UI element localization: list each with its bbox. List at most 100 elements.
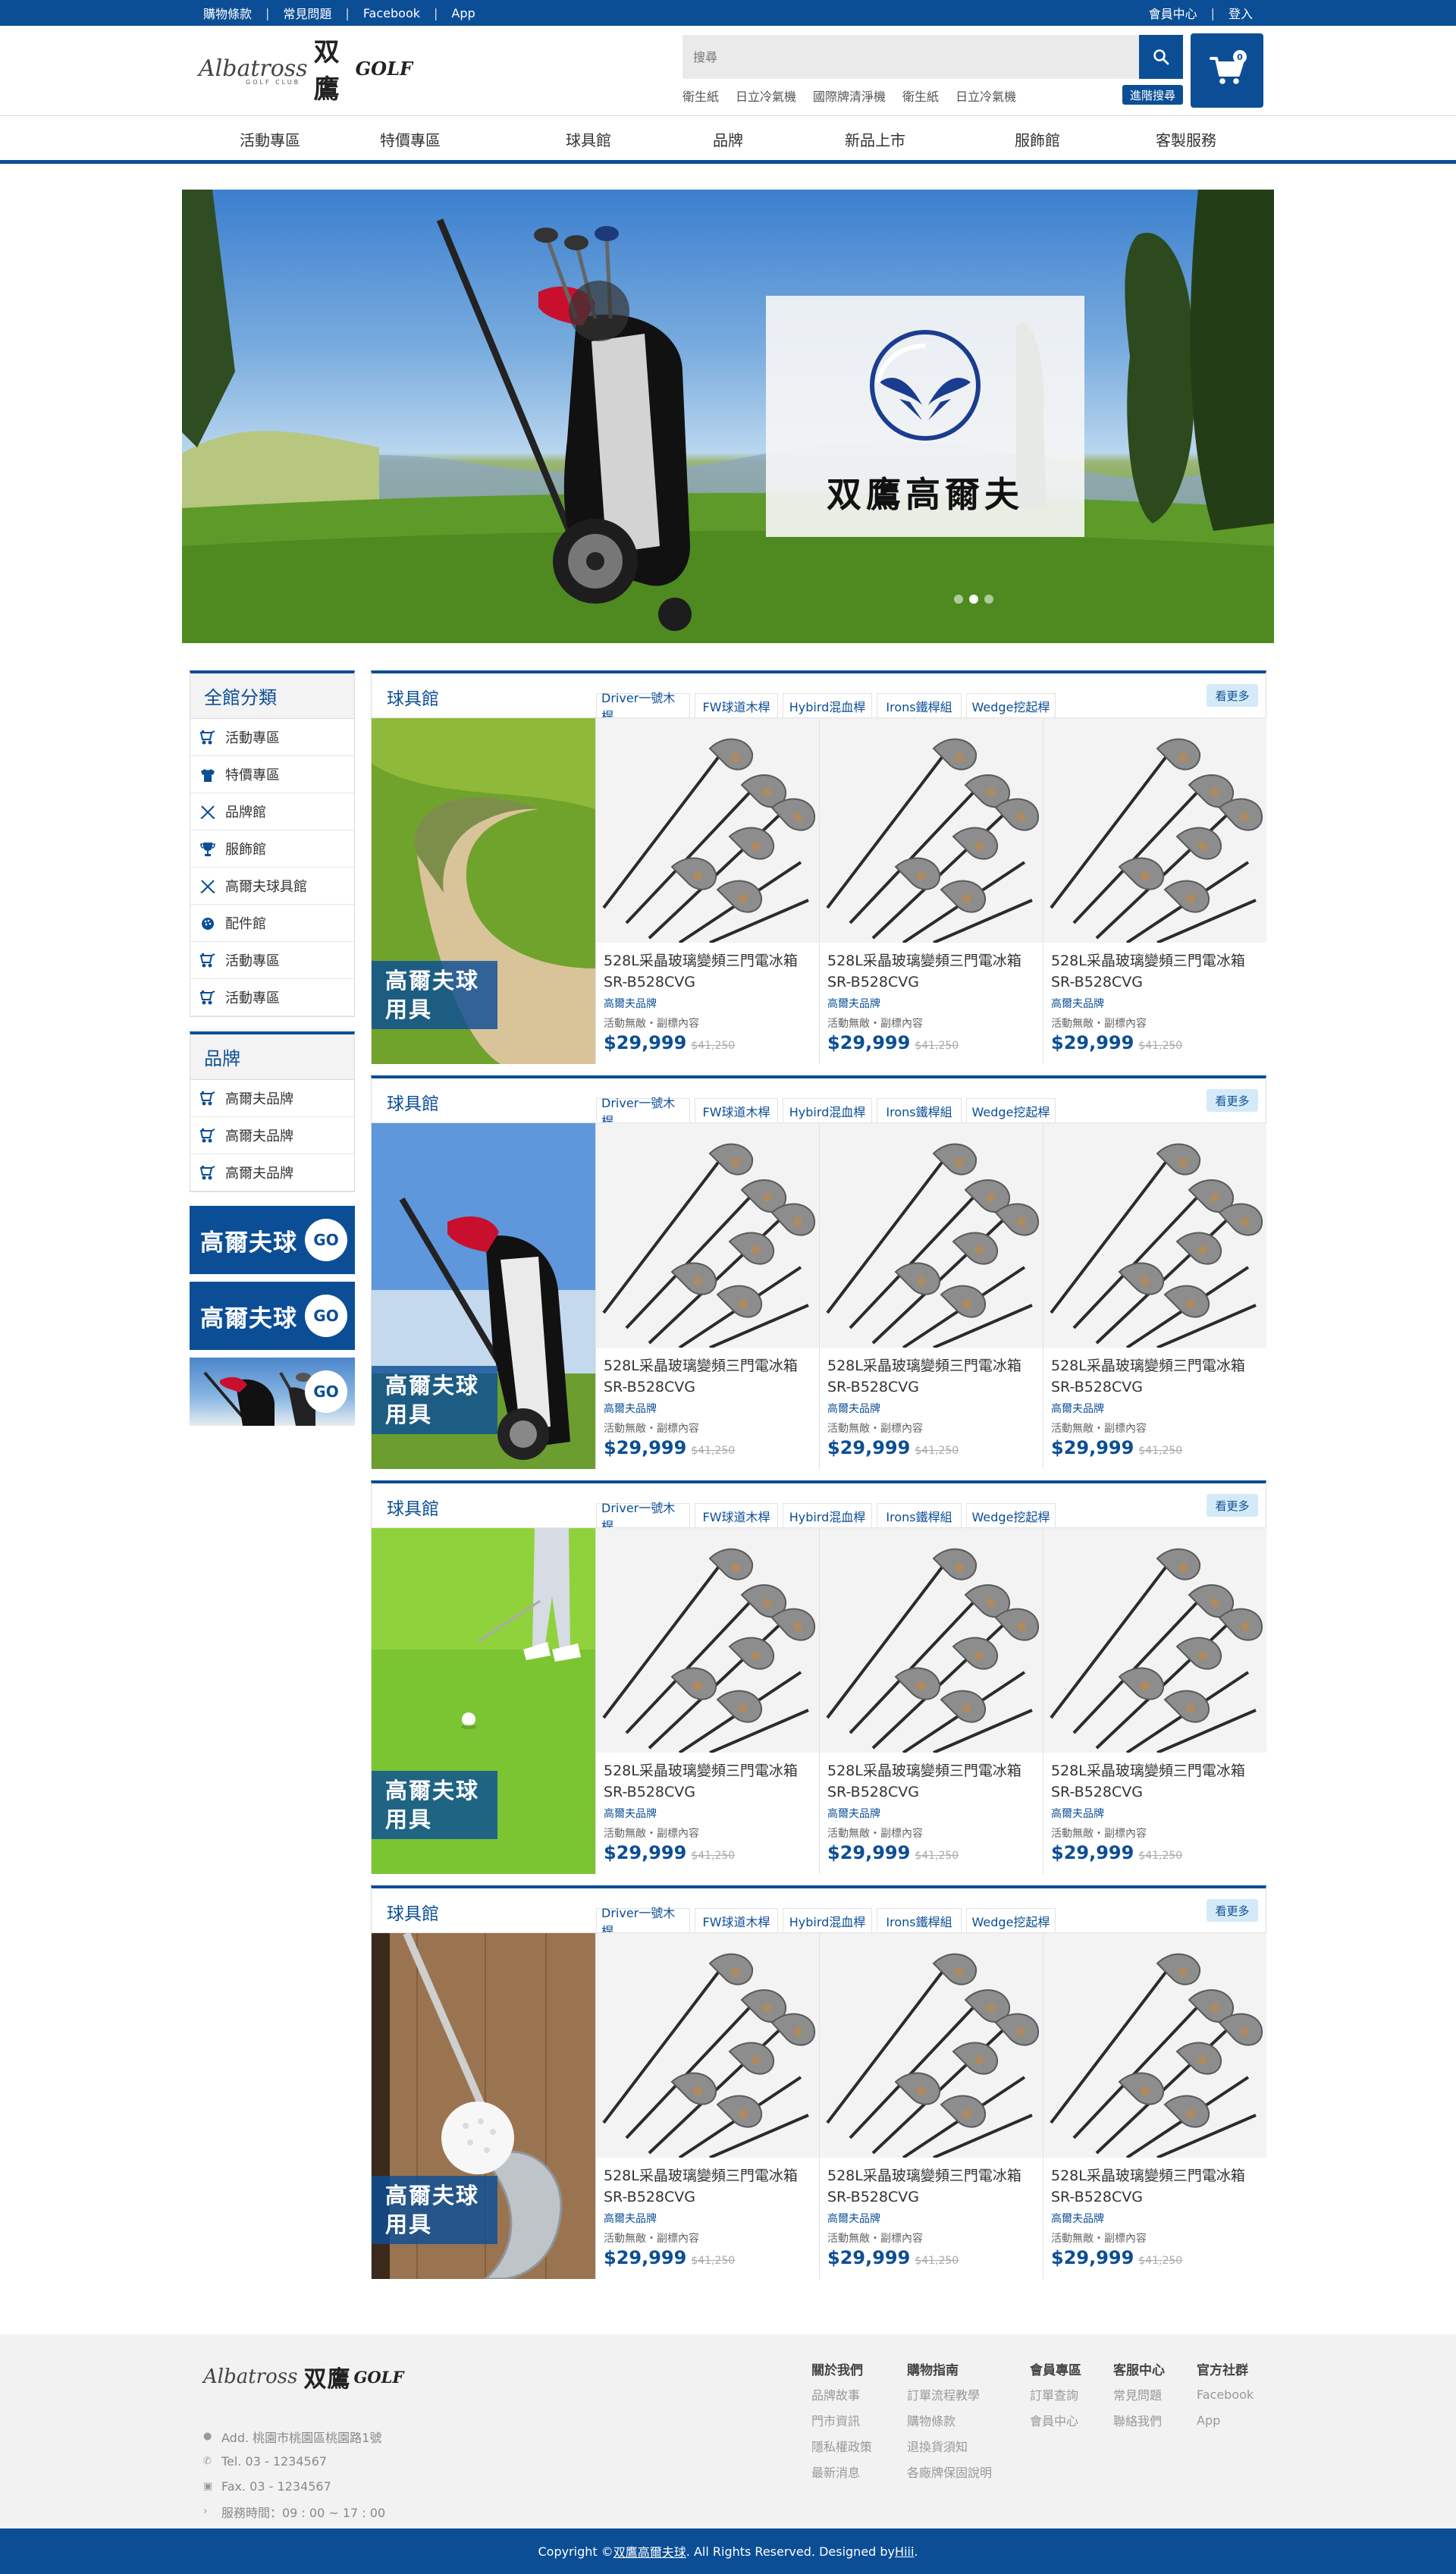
sidebar-item-brand[interactable]: 高爾夫品牌: [190, 1117, 354, 1154]
footer-link[interactable]: 最新消息: [811, 2459, 872, 2485]
footer-link[interactable]: 各廠牌保固說明: [907, 2459, 992, 2485]
footer-link[interactable]: 隱私權政策: [811, 2433, 872, 2459]
footer-logo[interactable]: Albatross 双鷹 GOLF: [203, 2360, 403, 2394]
sidebar-item-accessories[interactable]: 配件館: [190, 905, 354, 942]
hero-banner[interactable]: 双鷹高爾夫: [182, 190, 1274, 643]
footer-link[interactable]: 常見問題: [1113, 2381, 1165, 2407]
see-more-button[interactable]: 看更多: [1207, 684, 1258, 707]
carousel-dot[interactable]: [954, 595, 963, 604]
carousel-dot[interactable]: [984, 595, 993, 604]
product-card[interactable]: 528L采晶玻璃變頻三門電冰箱 SR-B528CVG 高爾夫品牌 活動無敵・副標內容…: [1043, 718, 1266, 1064]
nav-item-custom-service[interactable]: 客製服務: [1110, 116, 1262, 162]
nav-item-equipment[interactable]: 球具館: [513, 116, 664, 162]
section-feature-image[interactable]: 高爾夫球 用具: [372, 1123, 595, 1469]
footer-link[interactable]: 訂單流程教學: [907, 2381, 992, 2407]
section-tab[interactable]: FW球道木桿: [695, 1098, 778, 1122]
product-card[interactable]: 528L采晶玻璃變頻三門電冰箱 SR-B528CVG 高爾夫品牌 活動無敵・副標內容…: [595, 718, 819, 1064]
nav-item-events[interactable]: 活動專區: [194, 116, 346, 162]
see-more-button[interactable]: 看更多: [1207, 1494, 1258, 1517]
section-tab[interactable]: Wedge挖起桿: [966, 1908, 1056, 1932]
promo-banner-image[interactable]: GO: [190, 1358, 355, 1426]
advanced-search-button[interactable]: 進階搜尋: [1122, 85, 1183, 105]
hot-keyword-link[interactable]: 日立冷氣機: [956, 86, 1016, 105]
footer-link[interactable]: 會員中心: [1030, 2407, 1081, 2433]
nav-item-apparel[interactable]: 服飾館: [962, 116, 1113, 162]
footer-link[interactable]: 購物條款: [907, 2407, 992, 2433]
hot-keyword-link[interactable]: 國際牌清淨機: [813, 86, 886, 105]
section-tab[interactable]: Driver一號木桿: [596, 1096, 690, 1128]
section-tab[interactable]: Irons鐵桿組: [877, 693, 962, 717]
sidebar-item-specials[interactable]: 特價專區: [190, 756, 354, 793]
section-tab[interactable]: Driver一號木桿: [596, 1906, 690, 1938]
see-more-button[interactable]: 看更多: [1207, 1899, 1258, 1922]
footer-link[interactable]: 退換貨須知: [907, 2433, 992, 2459]
faq-link[interactable]: 常見問題: [283, 4, 331, 22]
copyright-brand-link[interactable]: 双鷹高爾夫球: [613, 2542, 686, 2560]
hot-keyword-link[interactable]: 衛生紙: [682, 86, 719, 105]
sidebar-item-brand[interactable]: 高爾夫品牌: [190, 1154, 354, 1191]
footer-link[interactable]: App: [1197, 2407, 1254, 2433]
footer-link[interactable]: 訂單查詢: [1030, 2381, 1081, 2407]
sidebar-item-golf-equipment[interactable]: 高爾夫球具館: [190, 868, 354, 905]
section-feature-image[interactable]: 高爾夫球 用具: [372, 1933, 595, 2279]
golf-clubs-product-image: [1050, 738, 1263, 943]
terms-link[interactable]: 購物條款: [203, 4, 252, 22]
section-feature-image[interactable]: 高爾夫球 用具: [372, 1528, 595, 1874]
section-tab[interactable]: FW球道木桿: [695, 1908, 778, 1932]
member-center-link[interactable]: 會員中心: [1149, 4, 1197, 22]
nav-item-specials[interactable]: 特價專區: [334, 116, 486, 162]
site-logo[interactable]: Albatross 双鷹 GOLF GOLF CLUB: [199, 37, 413, 105]
section-tab[interactable]: Hybird混血桿: [783, 1098, 872, 1122]
section-tab[interactable]: Irons鐵桿組: [877, 1098, 962, 1122]
product-card[interactable]: 528L采晶玻璃變頻三門電冰箱 SR-B528CVG 高爾夫品牌 活動無敵・副標內容…: [819, 1933, 1043, 2279]
hot-keyword-link[interactable]: 衛生紙: [902, 86, 939, 105]
cart-button[interactable]: 0: [1191, 33, 1263, 108]
sidebar-item-brand[interactable]: 高爾夫品牌: [190, 1080, 354, 1117]
search-button[interactable]: [1139, 35, 1183, 79]
sidebar-item-events[interactable]: 活動專區: [190, 979, 354, 1016]
section-tab[interactable]: Wedge挖起桿: [966, 1098, 1056, 1122]
section-tab[interactable]: Irons鐵桿組: [877, 1503, 962, 1527]
product-card[interactable]: 528L采晶玻璃變頻三門電冰箱 SR-B528CVG 高爾夫品牌 活動無敵・副標內容…: [1043, 1933, 1266, 2279]
product-card[interactable]: 528L采晶玻璃變頻三門電冰箱 SR-B528CVG 高爾夫品牌 活動無敵・副標內容…: [595, 1528, 819, 1874]
product-card[interactable]: 528L采晶玻璃變頻三門電冰箱 SR-B528CVG 高爾夫品牌 活動無敵・副標內容…: [819, 1528, 1043, 1874]
section-tab[interactable]: Wedge挖起桿: [966, 1503, 1056, 1527]
sidebar-item-brand-hall[interactable]: 品牌館: [190, 793, 354, 830]
carousel-dot-active[interactable]: [969, 595, 978, 604]
login-link[interactable]: 登入: [1228, 4, 1253, 22]
product-card[interactable]: 528L采晶玻璃變頻三門電冰箱 SR-B528CVG 高爾夫品牌 活動無敵・副標內容…: [1043, 1528, 1266, 1874]
search-input[interactable]: [682, 35, 1141, 79]
facebook-link[interactable]: Facebook: [363, 6, 420, 20]
section-tab[interactable]: Hybird混血桿: [783, 693, 872, 717]
designer-link[interactable]: Hiii: [895, 2544, 914, 2559]
app-link[interactable]: App: [451, 6, 475, 20]
section-tab[interactable]: Driver一號木桿: [596, 691, 690, 724]
section-tab[interactable]: FW球道木桿: [695, 1503, 778, 1527]
promo-banner[interactable]: 高爾夫球 GO: [190, 1282, 355, 1350]
product-card[interactable]: 528L采晶玻璃變頻三門電冰箱 SR-B528CVG 高爾夫品牌 活動無敵・副標內容…: [1043, 1123, 1266, 1469]
section-tab[interactable]: Wedge挖起桿: [966, 693, 1056, 717]
footer-link[interactable]: 聯絡我們: [1113, 2407, 1165, 2433]
footer-link[interactable]: Facebook: [1197, 2381, 1254, 2407]
footer-link[interactable]: 品牌故事: [811, 2381, 872, 2407]
hot-keyword-link[interactable]: 日立冷氣機: [736, 86, 796, 105]
footer-link[interactable]: 門市資訊: [811, 2407, 872, 2433]
product-card[interactable]: 528L采晶玻璃變頻三門電冰箱 SR-B528CVG 高爾夫品牌 活動無敵・副標內容…: [595, 1933, 819, 2279]
section-tab[interactable]: Driver一號木桿: [596, 1501, 690, 1533]
section-tab[interactable]: Hybird混血桿: [783, 1908, 872, 1932]
promo-banner[interactable]: 高爾夫球 GO: [190, 1206, 355, 1274]
product-card[interactable]: 528L采晶玻璃變頻三門電冰箱 SR-B528CVG 高爾夫品牌 活動無敵・副標內容…: [595, 1123, 819, 1469]
product-card[interactable]: 528L采晶玻璃變頻三門電冰箱 SR-B528CVG 高爾夫品牌 活動無敵・副標內容…: [819, 718, 1043, 1064]
section-tab[interactable]: FW球道木桿: [695, 693, 778, 717]
nav-item-new-arrivals[interactable]: 新品上市: [799, 116, 951, 162]
nav-item-brands[interactable]: 品牌: [652, 116, 804, 162]
sidebar-item-apparel[interactable]: 服飾館: [190, 830, 354, 868]
sidebar-item-events[interactable]: 活動專區: [190, 942, 354, 979]
feature-label: 高爾夫球 用具: [372, 1771, 497, 1839]
section-tab[interactable]: Irons鐵桿組: [877, 1908, 962, 1932]
section-feature-image[interactable]: 高爾夫球 用具: [372, 718, 595, 1064]
product-card[interactable]: 528L采晶玻璃變頻三門電冰箱 SR-B528CVG 高爾夫品牌 活動無敵・副標內容…: [819, 1123, 1043, 1469]
see-more-button[interactable]: 看更多: [1207, 1089, 1258, 1112]
sidebar-item-events[interactable]: 活動專區: [190, 719, 354, 756]
section-tab[interactable]: Hybird混血桿: [783, 1503, 872, 1527]
